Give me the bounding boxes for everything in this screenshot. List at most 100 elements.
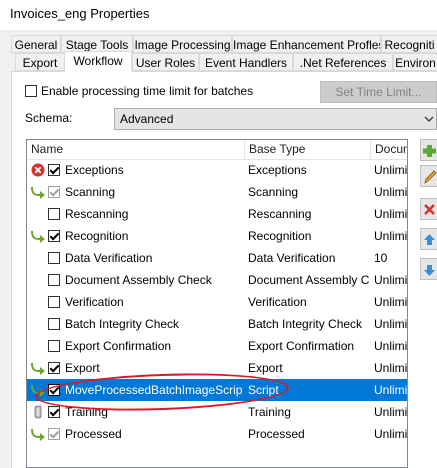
stage-name: Scanning bbox=[65, 185, 116, 199]
tab-event-handlers[interactable]: Event Handlers bbox=[199, 53, 293, 71]
training-icon bbox=[31, 405, 45, 419]
move-down-icon bbox=[424, 265, 435, 276]
stage-documents-limit: Unlimite bbox=[374, 185, 408, 199]
stage-name: Export Confirmation bbox=[65, 339, 172, 353]
stage-arrow-icon bbox=[31, 229, 45, 243]
stage-enabled-checkbox[interactable] bbox=[48, 274, 60, 286]
stage-base-type: Data Verification bbox=[248, 251, 336, 265]
stage-enabled-checkbox[interactable] bbox=[48, 406, 60, 418]
table-row[interactable]: Export Export Unlimite bbox=[27, 357, 408, 379]
time-limit-checkbox[interactable] bbox=[25, 85, 37, 97]
stage-documents-limit: Unlimite bbox=[374, 273, 408, 287]
move-down-button[interactable] bbox=[420, 258, 437, 280]
stage-enabled-checkbox[interactable] bbox=[48, 186, 60, 198]
tab-general[interactable]: General bbox=[11, 35, 61, 53]
stage-enabled-checkbox[interactable] bbox=[48, 252, 60, 264]
add-icon bbox=[423, 145, 436, 157]
stage-enabled-checkbox[interactable] bbox=[48, 164, 60, 176]
stage-enabled-checkbox[interactable] bbox=[48, 428, 60, 440]
time-limit-label: Enable processing time limit for batches bbox=[41, 84, 254, 98]
schema-value: Advanced bbox=[120, 112, 174, 126]
stage-name: Document Assembly Check bbox=[65, 273, 212, 287]
stage-documents-limit: Unlimite bbox=[374, 163, 408, 177]
stage-enabled-checkbox[interactable] bbox=[48, 318, 60, 330]
stage-enabled-checkbox[interactable] bbox=[48, 384, 60, 396]
stage-base-type: Export Confirmation bbox=[248, 339, 355, 353]
stage-name: Exceptions bbox=[65, 163, 124, 177]
table-row[interactable]: Scanning Scanning Unlimite bbox=[27, 181, 408, 203]
table-row[interactable]: Verification Verification Unlimite bbox=[27, 291, 408, 313]
stage-arrow-icon bbox=[31, 361, 45, 375]
stage-enabled-checkbox[interactable] bbox=[48, 296, 60, 308]
stage-base-type: Verification bbox=[248, 295, 307, 309]
stage-base-type: Document Assembly C... bbox=[248, 273, 370, 287]
stage-enabled-checkbox[interactable] bbox=[48, 362, 60, 374]
stage-arrow-icon bbox=[31, 427, 45, 441]
schema-label: Schema: bbox=[25, 111, 73, 125]
table-row[interactable]: MoveProcessedBatchImageScript Script Unlim… bbox=[27, 379, 408, 401]
table-row[interactable]: Exceptions Exceptions Unlimite bbox=[27, 159, 408, 181]
edit-icon bbox=[424, 170, 437, 184]
move-up-button[interactable] bbox=[420, 228, 437, 250]
table-row[interactable]: Training Training Unlimite bbox=[27, 401, 408, 423]
tab-user-roles[interactable]: User Roles bbox=[132, 53, 199, 71]
stage-enabled-checkbox[interactable] bbox=[48, 230, 60, 242]
stage-documents-limit: Unlimite bbox=[374, 427, 408, 441]
stage-documents-limit: 10 bbox=[374, 251, 388, 265]
schema-select[interactable]: Advanced bbox=[114, 108, 437, 130]
grid-header: Name Base Type Docum bbox=[27, 140, 407, 160]
stage-documents-limit: Unlimite bbox=[374, 405, 408, 419]
stage-name: Processed bbox=[65, 427, 122, 441]
stage-base-type: Training bbox=[248, 405, 291, 419]
stage-enabled-checkbox[interactable] bbox=[48, 208, 60, 220]
table-row[interactable]: Processed Processed Unlimite bbox=[27, 423, 408, 445]
stage-documents-limit: Unlimite bbox=[374, 361, 408, 375]
column-header-name[interactable]: Name bbox=[27, 140, 245, 159]
tab-net-references[interactable]: .Net References bbox=[293, 53, 393, 71]
table-row[interactable]: Recognition Recognition Unlimite bbox=[27, 225, 408, 247]
stage-enabled-checkbox[interactable] bbox=[48, 340, 60, 352]
stage-documents-limit: Unlimite bbox=[374, 339, 408, 353]
delete-stage-button[interactable] bbox=[420, 198, 437, 220]
tab-workflow[interactable]: Workflow bbox=[64, 51, 132, 72]
tab-recognition[interactable]: Recogniti bbox=[381, 35, 437, 53]
add-stage-button[interactable] bbox=[420, 139, 437, 161]
stage-base-type: Exceptions bbox=[248, 163, 307, 177]
stage-base-type: Rescanning bbox=[248, 207, 312, 221]
table-row[interactable]: Batch Integrity Check Batch Integrity Che… bbox=[27, 313, 408, 335]
stage-name: Recognition bbox=[65, 229, 129, 243]
stage-name: Training bbox=[65, 405, 108, 419]
stage-name: Batch Integrity Check bbox=[65, 317, 180, 331]
stage-documents-limit: Unlimite bbox=[374, 383, 408, 397]
stage-documents-limit: Unlimite bbox=[374, 229, 408, 243]
table-row[interactable]: Export Confirmation Export Confirmation Un… bbox=[27, 335, 408, 357]
stage-name: MoveProcessedBatchImageScript bbox=[65, 383, 243, 397]
tab-environment[interactable]: Environ bbox=[393, 53, 437, 71]
stage-base-type: Export bbox=[248, 361, 283, 375]
stage-base-type: Scanning bbox=[248, 185, 299, 199]
stage-base-type: Batch Integrity Check bbox=[248, 317, 363, 331]
column-header-base-type[interactable]: Base Type bbox=[245, 140, 371, 159]
delete-icon bbox=[424, 204, 435, 215]
column-header-documents[interactable]: Docum bbox=[371, 140, 407, 159]
table-row[interactable]: Rescanning Rescanning Unlimite bbox=[27, 203, 407, 225]
stage-name: Verification bbox=[65, 295, 124, 309]
edit-stage-button[interactable] bbox=[420, 165, 437, 187]
stage-name: Data Verification bbox=[65, 251, 153, 265]
stage-arrow-icon bbox=[31, 185, 45, 199]
stage-name: Rescanning bbox=[65, 207, 129, 221]
tab-export[interactable]: Export bbox=[15, 53, 65, 71]
title-bar: Invoices_eng Properties bbox=[0, 0, 437, 30]
stage-documents-limit: Unlimite bbox=[374, 317, 408, 331]
window-title: Invoices_eng Properties bbox=[10, 6, 150, 21]
stage-arrow-icon bbox=[31, 383, 45, 397]
stage-base-type: Processed bbox=[248, 427, 305, 441]
chevron-down-icon bbox=[424, 116, 434, 122]
set-time-limit-button[interactable]: Set Time Limit... bbox=[320, 81, 437, 103]
table-row[interactable]: Data Verification Data Verification 10 bbox=[27, 247, 407, 269]
tab-image-enhancement-profiles[interactable]: Image Enhancement Profles bbox=[232, 35, 381, 53]
stage-name: Export bbox=[65, 361, 100, 375]
stage-documents-limit: Unlimite bbox=[374, 295, 408, 309]
tab-image-processing[interactable]: Image Processing bbox=[133, 35, 232, 53]
table-row[interactable]: Document Assembly Check Document Assembly… bbox=[27, 269, 408, 291]
